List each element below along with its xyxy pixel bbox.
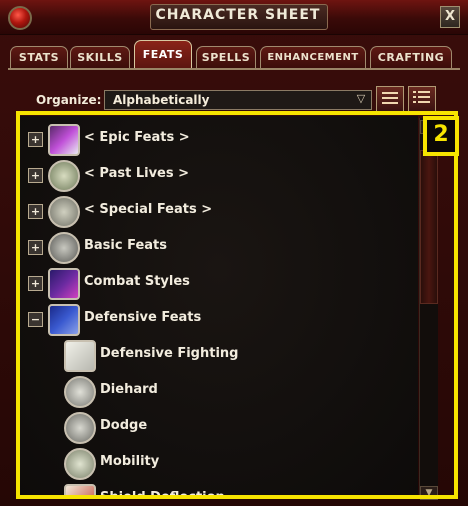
- detail-view-button[interactable]: [408, 86, 436, 112]
- tab-feats[interactable]: FEATS: [134, 40, 192, 69]
- annotation-number: 2: [433, 122, 449, 147]
- organize-label: Organize:: [36, 93, 102, 107]
- window-title: CHARACTER SHEET: [155, 7, 321, 23]
- tab-enhancement[interactable]: ENHANCEMENT: [260, 46, 366, 69]
- chevron-down-icon[interactable]: ▽: [354, 92, 368, 106]
- tab-divider: [8, 68, 460, 70]
- organize-dropdown[interactable]: Alphabetically: [104, 90, 372, 110]
- list-view-button[interactable]: [376, 86, 404, 112]
- annotation-badge: 2: [423, 116, 459, 156]
- tab-spells[interactable]: SPELLS: [196, 46, 256, 69]
- window-gem-icon: [8, 6, 32, 30]
- tab-stats[interactable]: STATS: [10, 46, 68, 69]
- tab-crafting[interactable]: CRAFTING: [370, 46, 452, 69]
- highlight-box: [16, 111, 458, 499]
- close-button[interactable]: X: [440, 6, 460, 28]
- tab-skills[interactable]: SKILLS: [70, 46, 130, 69]
